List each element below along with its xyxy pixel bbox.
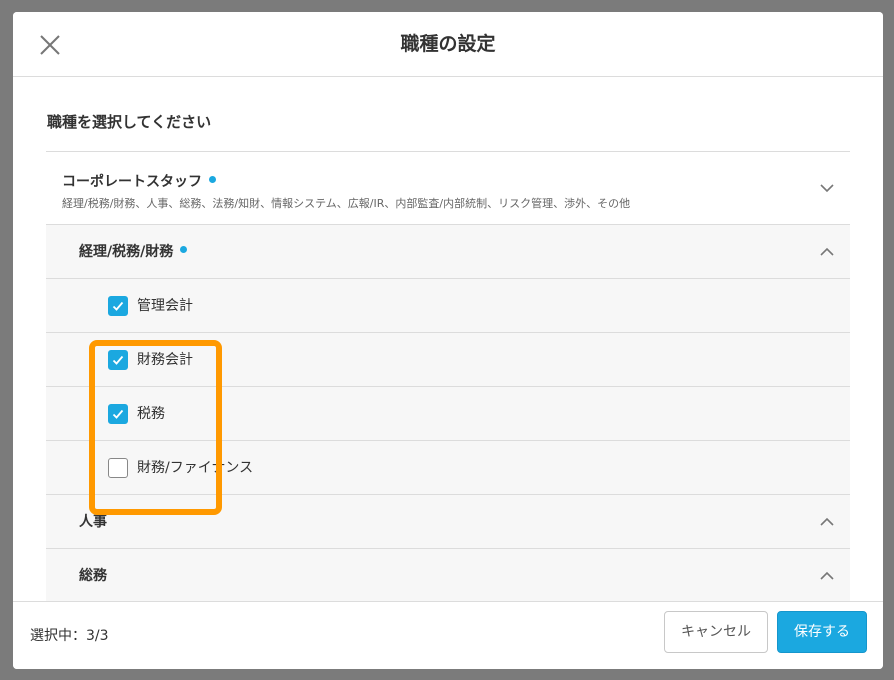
check-icon — [112, 355, 124, 365]
subcategory-row-hr[interactable]: 人事 — [46, 495, 850, 549]
modal-body: 職種を選択してください コーポレートスタッフ 経理/税務/財務、人事、総務、法務… — [13, 77, 883, 601]
list-item-tax[interactable]: 税務 — [46, 387, 850, 441]
category-description: 経理/税務/財務、人事、総務、法務/知財、情報システム、広報/IR、内部監査/内… — [62, 197, 631, 210]
item-label: 税務 — [137, 406, 165, 422]
selection-dot — [180, 246, 188, 253]
subcategory-row-general-affairs[interactable]: 総務 — [46, 549, 850, 601]
selection-count: 選択中：3/3 — [30, 628, 109, 644]
checkbox-tax[interactable] — [108, 404, 128, 424]
item-label: 財務会計 — [137, 352, 193, 368]
item-label: 管理会計 — [137, 298, 193, 314]
check-icon — [112, 301, 124, 311]
select-prompt: 職種を選択してください — [47, 113, 212, 131]
checkbox-management-accounting[interactable] — [108, 296, 128, 316]
close-button[interactable] — [37, 32, 63, 58]
close-icon — [40, 35, 60, 55]
chevron-up-icon — [820, 517, 834, 526]
subcategory-name: 経理/税務/財務 — [79, 225, 188, 279]
subcategory-name: 人事 — [79, 514, 107, 530]
category-row-corporate-staff[interactable]: コーポレートスタッフ 経理/税務/財務、人事、総務、法務/知財、情報システム、広… — [46, 152, 850, 225]
list-item-management-accounting[interactable]: 管理会計 — [46, 279, 850, 333]
cancel-button[interactable]: キャンセル — [664, 611, 768, 653]
subcategory-row-accounting[interactable]: 経理/税務/財務 — [46, 225, 850, 279]
chevron-up-icon — [820, 571, 834, 580]
save-button[interactable]: 保存する — [777, 611, 867, 653]
job-type-settings-modal: 職種の設定 職種を選択してください コーポレートスタッフ 経理/税務/財務、人事… — [13, 12, 883, 669]
list-item-financial-accounting[interactable]: 財務会計 — [46, 333, 850, 387]
chevron-up-icon — [820, 247, 834, 256]
chevron-down-icon — [820, 184, 834, 193]
category-name: コーポレートスタッフ — [62, 171, 216, 191]
selection-dot — [209, 176, 216, 183]
check-icon — [112, 409, 124, 419]
modal-footer: 選択中：3/3 キャンセル 保存する — [13, 601, 883, 669]
modal-header: 職種の設定 — [13, 12, 883, 77]
job-category-list: コーポレートスタッフ 経理/税務/財務、人事、総務、法務/知財、情報システム、広… — [46, 151, 850, 601]
subcategory-name: 総務 — [79, 568, 107, 584]
checkbox-finance[interactable] — [108, 458, 128, 478]
checkbox-financial-accounting[interactable] — [108, 350, 128, 370]
list-item-finance[interactable]: 財務/ファイナンス — [46, 441, 850, 495]
modal-title: 職種の設定 — [400, 33, 496, 55]
item-label: 財務/ファイナンス — [137, 460, 254, 476]
